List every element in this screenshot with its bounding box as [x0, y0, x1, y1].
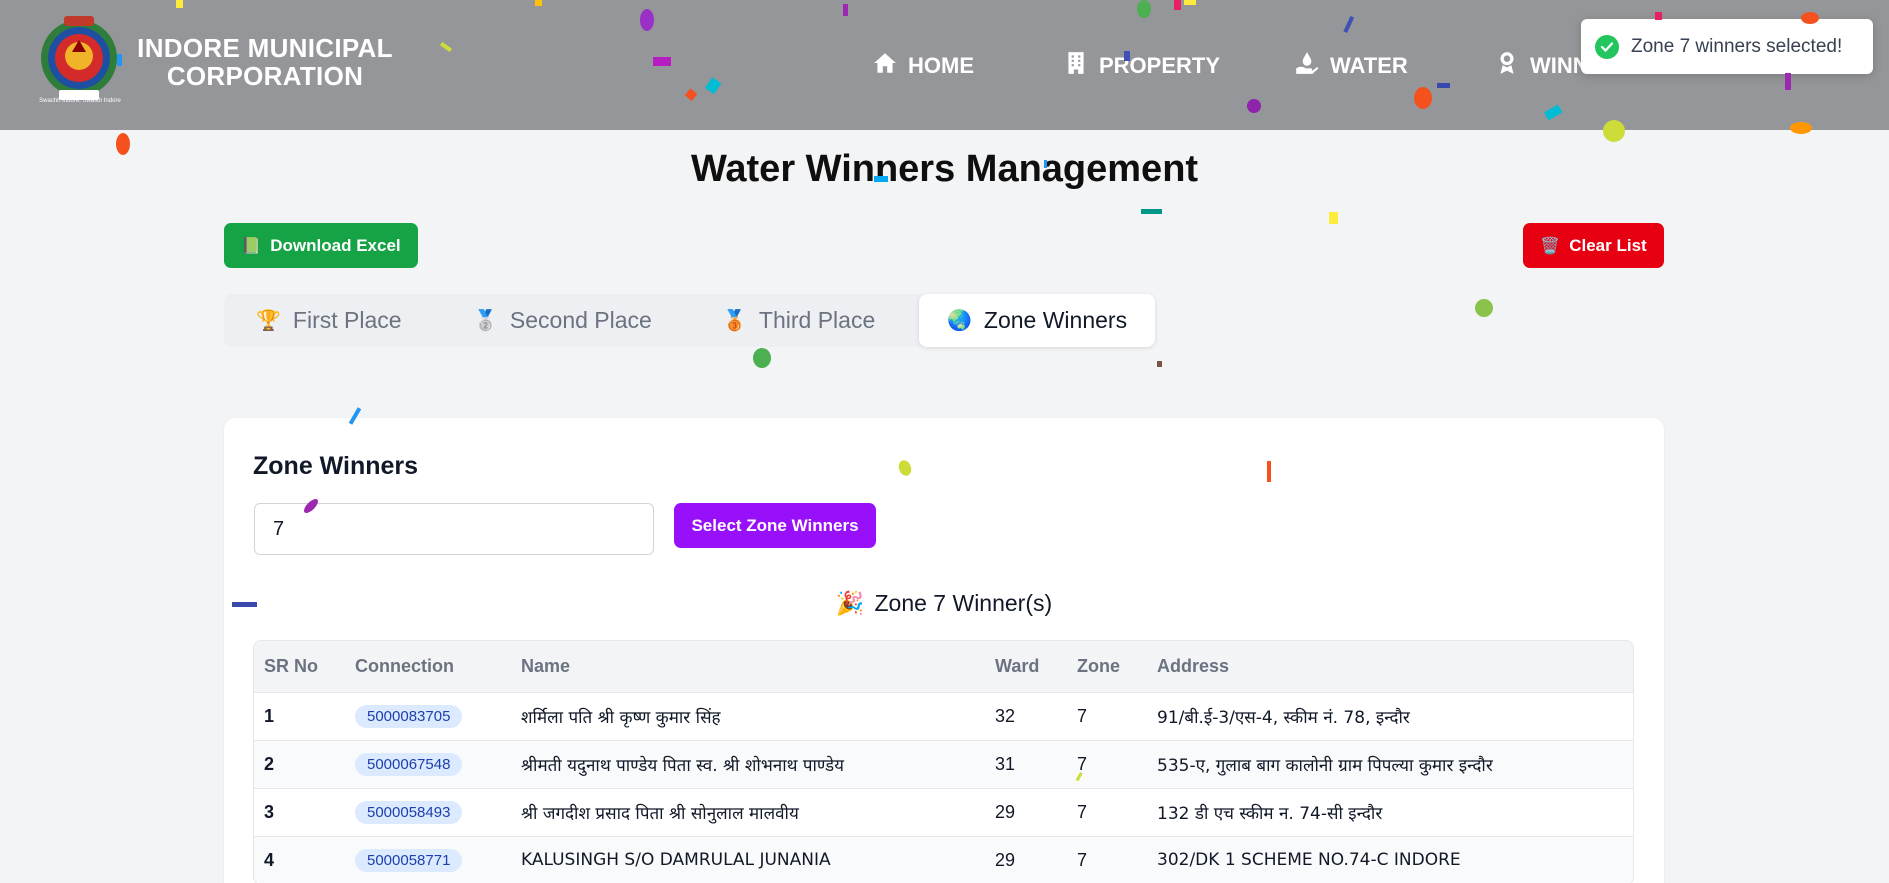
nav-property-label: PROPERTY	[1099, 53, 1221, 78]
nav-winners-label: WINN	[1530, 53, 1589, 78]
confetti-piece	[1329, 212, 1338, 224]
cell-zone: 7	[1077, 801, 1088, 822]
nav-water[interactable]: WATER	[1294, 50, 1408, 82]
globe-icon: 🌏	[947, 310, 972, 332]
water-hand-icon	[1294, 50, 1320, 82]
nav-property[interactable]: PROPERTY	[1063, 50, 1220, 82]
table-row: 4 5000058771 KALUSINGH S/O DAMRULAL JUNA…	[254, 836, 1633, 883]
tab-second-place-label: Second Place	[509, 307, 652, 333]
trash-icon: 🗑️	[1540, 237, 1561, 255]
winners-table: SR No Connection Name Ward Zone Address …	[253, 640, 1634, 883]
nav-home[interactable]: HOME	[872, 50, 974, 82]
trophy-icon: 🏆	[256, 310, 281, 332]
confetti-piece	[1475, 299, 1493, 317]
cell-ward: 29	[995, 801, 1016, 822]
success-toast[interactable]: Zone 7 winners selected!	[1581, 19, 1873, 74]
clear-list-label: Clear List	[1569, 235, 1647, 255]
table-header-row: SR No Connection Name Ward Zone Address	[254, 641, 1633, 692]
cell-name: श्रीमती यदुनाथ पाण्डेय पिता स्व. श्री शो…	[521, 755, 844, 776]
table-row: 1 5000083705 शर्मिला पति श्री कृष्ण कुमा…	[254, 692, 1633, 740]
tab-second-place[interactable]: 🥈 Second Place	[473, 294, 652, 347]
silver-medal-icon: 🥈	[473, 310, 498, 332]
cell-address: 535-ए, गुलाब बाग कालोनी ग्राम पिपल्या कु…	[1157, 755, 1493, 776]
col-zone[interactable]: Zone	[1067, 641, 1147, 692]
page-title: Water Winners Management	[690, 148, 1199, 190]
col-address[interactable]: Address	[1147, 641, 1633, 692]
cell-connection: 5000058771	[345, 836, 511, 883]
table-row: 3 5000058493 श्री जगदीश प्रसाद पिता श्री…	[254, 788, 1633, 836]
download-excel-label: Download Excel	[270, 235, 401, 255]
clear-list-button[interactable]: 🗑️ Clear List	[1523, 223, 1664, 268]
confetti-piece	[753, 348, 771, 368]
cell-ward: 31	[995, 753, 1016, 774]
connection-badge[interactable]: 5000067548	[355, 752, 463, 776]
confetti-piece	[1157, 361, 1162, 367]
nav-water-label: WATER	[1330, 53, 1408, 78]
select-zone-winners-button[interactable]: Select Zone Winners	[674, 503, 876, 548]
connection-badge[interactable]: 5000058493	[355, 800, 463, 824]
confetti-piece	[1141, 209, 1162, 214]
award-icon	[1494, 50, 1520, 82]
winners-heading: 🎉 Zone 7 Winner(s)	[224, 590, 1664, 617]
party-popper-icon: 🎉	[835, 590, 865, 616]
nav-winners[interactable]: WINN	[1494, 50, 1589, 82]
col-name[interactable]: Name	[511, 641, 985, 692]
cell-connection: 5000058493	[345, 788, 511, 836]
cell-connection: 5000083705	[345, 692, 511, 740]
cell-name: श्री जगदीश प्रसाद पिता श्री सोनुलाल मालव…	[521, 803, 799, 824]
winners-heading-text: Zone 7 Winner(s)	[874, 590, 1053, 616]
zone-winners-card: Zone Winners Select Zone Winners 🎉 Zone …	[224, 418, 1664, 883]
zone-number-input[interactable]	[254, 503, 654, 555]
tab-third-place[interactable]: 🥉 Third Place	[722, 294, 875, 347]
cell-name: KALUSINGH S/O DAMRULAL JUNANIA	[521, 850, 831, 871]
download-excel-button[interactable]: 📗 Download Excel	[224, 223, 418, 268]
connection-badge[interactable]: 5000058771	[355, 848, 463, 872]
connection-badge[interactable]: 5000083705	[355, 704, 463, 728]
col-connection[interactable]: Connection	[345, 641, 511, 692]
tab-zone-winners-label: Zone Winners	[983, 307, 1128, 333]
cell-sr: 3	[264, 801, 275, 822]
cell-name: शर्मिला पति श्री कृष्ण कुमार सिंह	[521, 707, 721, 728]
col-ward[interactable]: Ward	[985, 641, 1067, 692]
cell-address: 132 डी एच स्कीम न. 74-सी इन्दौर	[1157, 803, 1383, 824]
home-icon	[872, 50, 898, 82]
tab-third-place-label: Third Place	[758, 307, 876, 333]
brand-name[interactable]: INDORE MUNICIPAL CORPORATION	[120, 34, 410, 90]
cell-connection: 5000067548	[345, 740, 511, 788]
check-circle-icon	[1595, 34, 1619, 59]
toast-message: Zone 7 winners selected!	[1631, 35, 1843, 57]
cell-ward: 29	[995, 849, 1016, 870]
tab-first-place[interactable]: 🏆 First Place	[256, 294, 402, 347]
tab-zone-winners[interactable]: 🌏 Zone Winners	[919, 294, 1156, 347]
excel-icon: 📗	[241, 237, 262, 255]
cell-zone: 7	[1077, 849, 1088, 870]
card-title: Zone Winners	[253, 452, 419, 480]
building-icon	[1063, 50, 1089, 82]
nav-home-label: HOME	[908, 53, 974, 78]
table-row: 2 5000067548 श्रीमती यदुनाथ पाण्डेय पिता…	[254, 740, 1633, 788]
logo-caption: Swachh Indore, Swasth Indore	[39, 98, 121, 104]
cell-sr: 1	[264, 705, 275, 726]
col-sr-no[interactable]: SR No	[254, 641, 345, 692]
bronze-medal-icon: 🥉	[722, 310, 747, 332]
place-tabs: 🏆 First Place 🥈 Second Place 🥉 Third Pla…	[224, 294, 1156, 347]
imc-logo[interactable]	[34, 12, 124, 108]
cell-address: 302/DK 1 SCHEME NO.74-C INDORE	[1157, 850, 1461, 871]
cell-address: 91/बी.ई-3/एस-4, स्कीम नं. 78, इन्दौर	[1157, 707, 1410, 728]
cell-sr: 4	[264, 849, 275, 870]
cell-zone: 7	[1077, 705, 1088, 726]
cell-ward: 32	[995, 705, 1016, 726]
cell-sr: 2	[264, 753, 275, 774]
tab-first-place-label: First Place	[292, 307, 402, 333]
cell-zone: 7	[1077, 753, 1088, 774]
